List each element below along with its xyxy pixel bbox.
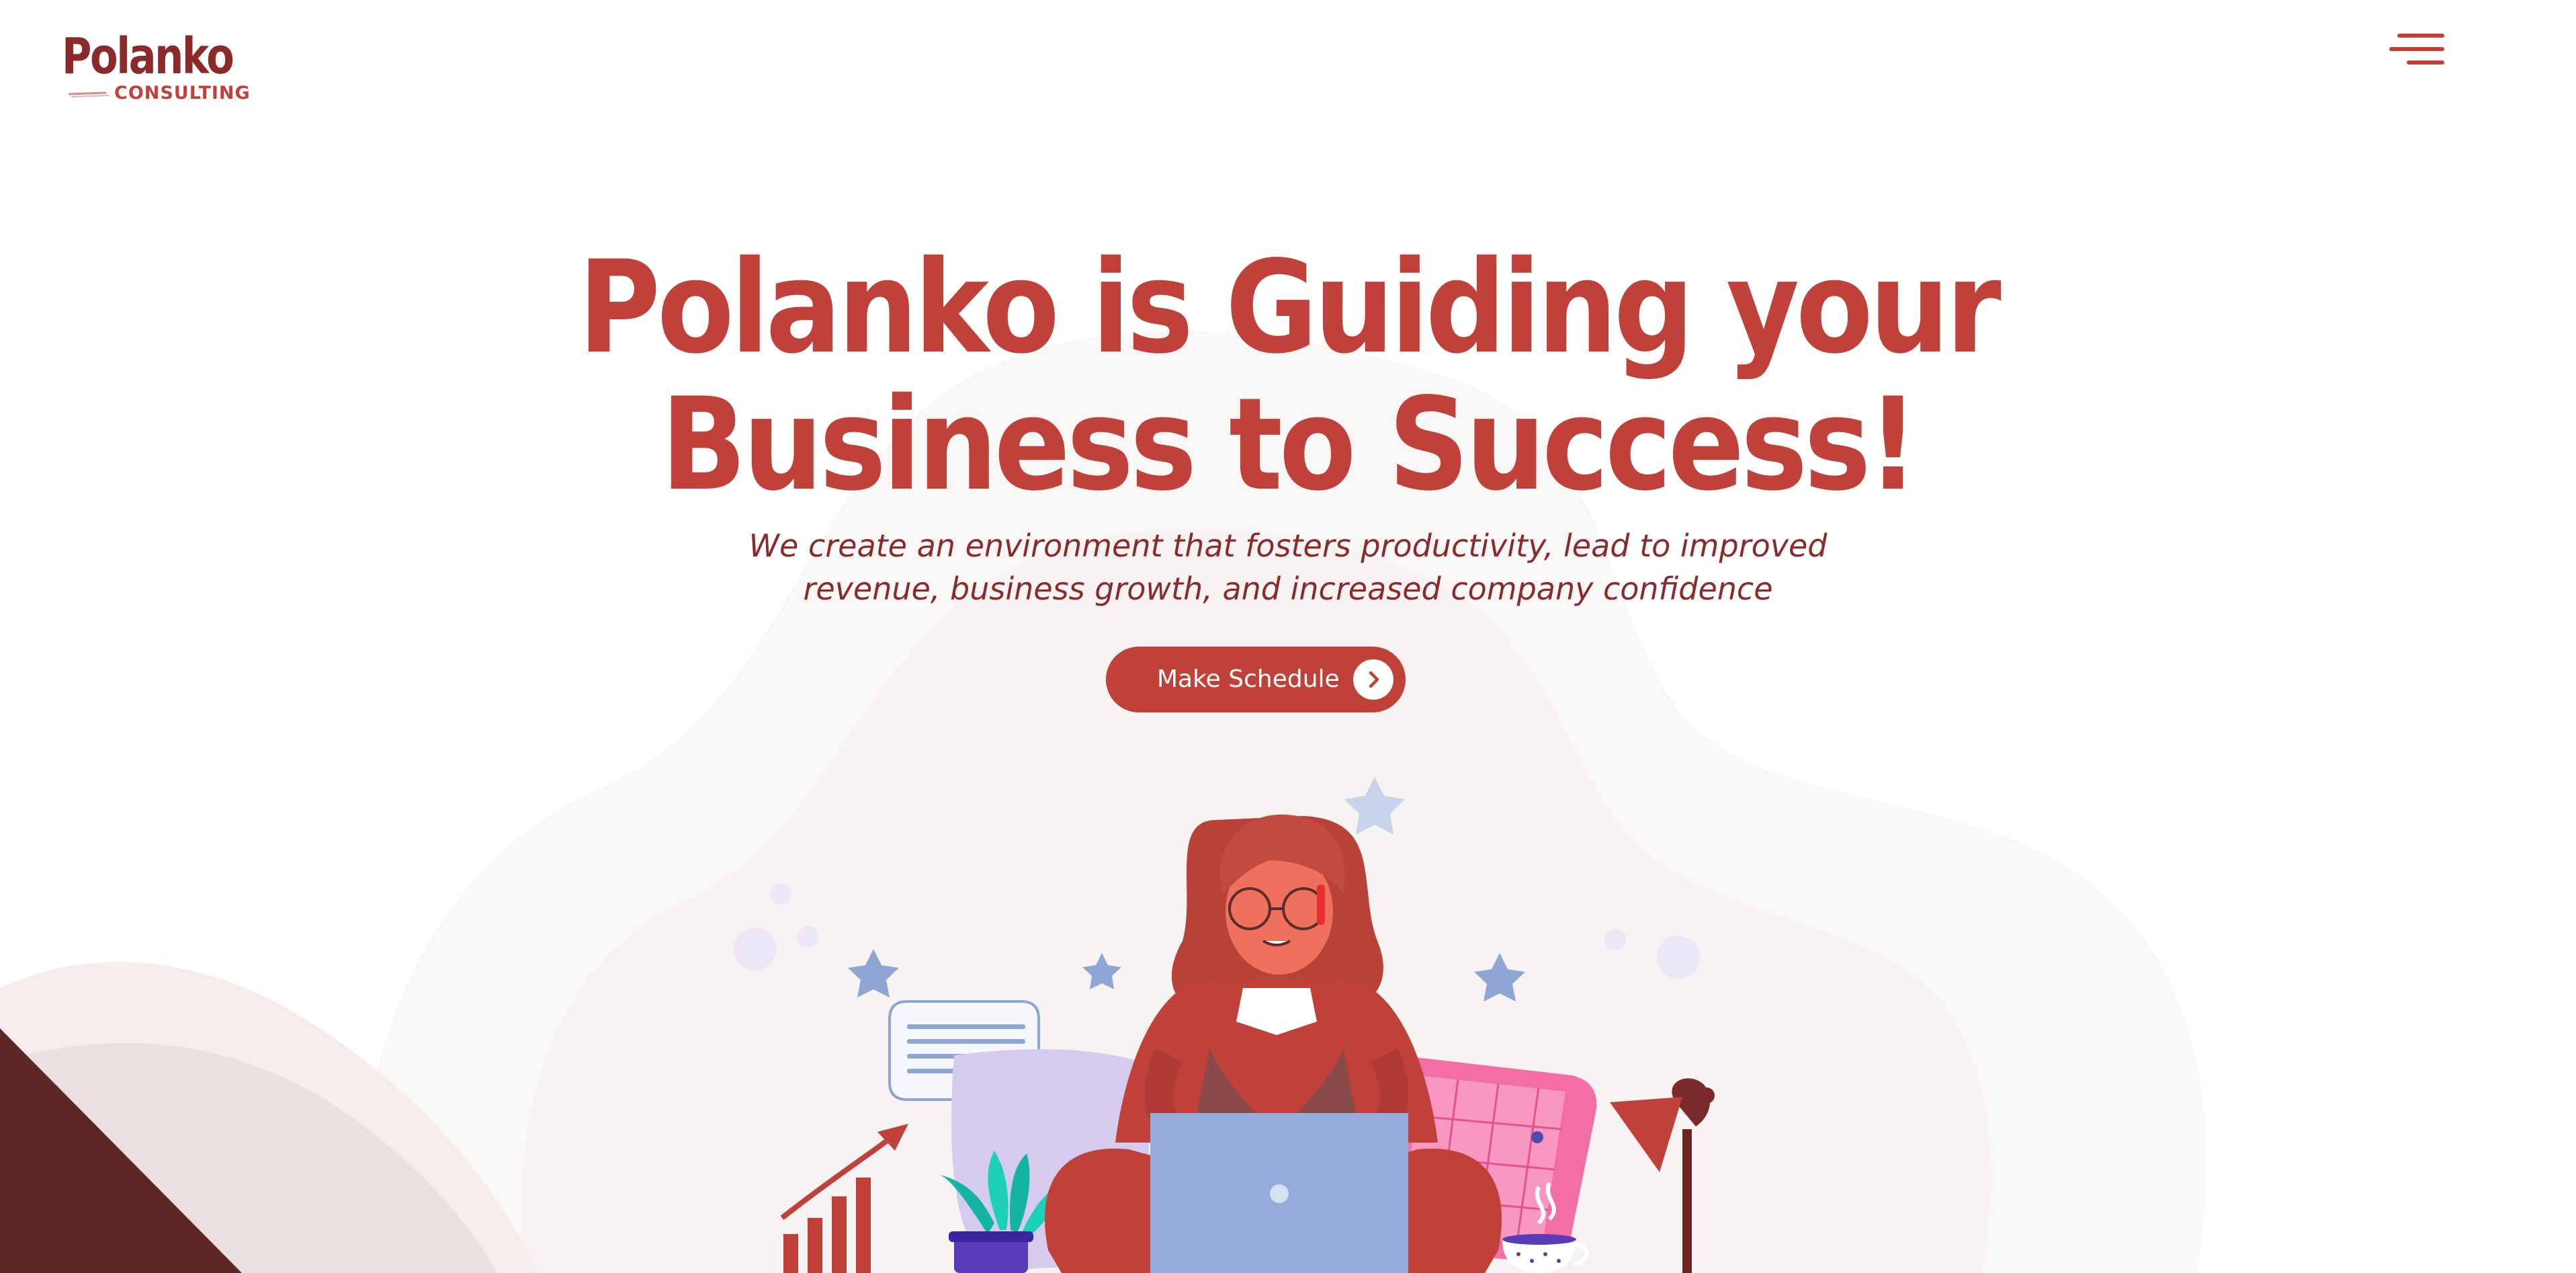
- site-header: Polanko CONSULTING: [0, 0, 2576, 134]
- hamburger-menu-icon[interactable]: [2384, 27, 2448, 71]
- hero-title-line2: Business to Success!: [660, 370, 1919, 519]
- decor-dot: [1657, 936, 1700, 979]
- hero-title: Polanko is Guiding your Business to Succ…: [415, 239, 2161, 514]
- hero-illustration: [0, 331, 2206, 1273]
- make-schedule-button[interactable]: Make Schedule: [1106, 647, 1406, 712]
- hero-subtitle-line2: revenue, business growth, and increased …: [803, 571, 1773, 607]
- hero-subtitle: We create an environment that fosters pr…: [616, 524, 1960, 610]
- hero-subtitle-line1: We create an environment that fosters pr…: [748, 528, 1828, 564]
- chevron-right-icon: [1353, 659, 1393, 700]
- laptop-icon: [1150, 1113, 1408, 1273]
- logo-wordmark: Polanko: [62, 28, 234, 85]
- decor-dot: [770, 883, 791, 905]
- decor-dot: [797, 926, 818, 948]
- menu-line: [2407, 60, 2444, 65]
- menu-line: [2397, 34, 2444, 38]
- decor-dot: [1604, 929, 1626, 950]
- hero-title-line1: Polanko is Guiding your: [578, 233, 2002, 382]
- logo-tagline: CONSULTING: [114, 83, 251, 104]
- menu-line: [2389, 47, 2444, 51]
- make-schedule-label: Make Schedule: [1157, 665, 1340, 693]
- logo[interactable]: Polanko CONSULTING: [62, 28, 250, 104]
- decor-dot: [734, 928, 777, 971]
